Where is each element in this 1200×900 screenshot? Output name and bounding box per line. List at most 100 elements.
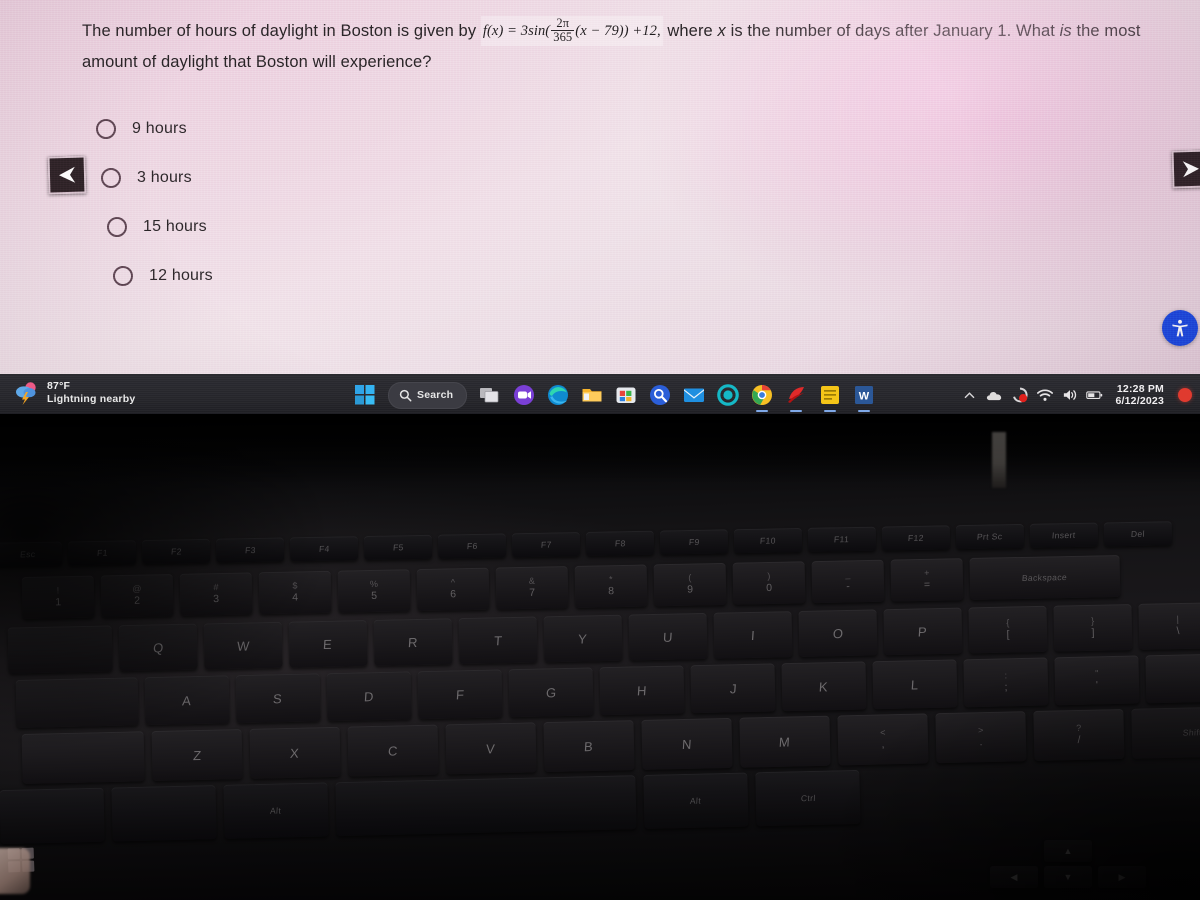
key-period[interactable]: >. <box>935 711 1027 764</box>
onedrive-button[interactable] <box>986 387 1003 404</box>
radio-button[interactable] <box>96 118 116 139</box>
task-view-button[interactable] <box>473 375 507 415</box>
key-f7[interactable]: F7 <box>511 532 581 558</box>
key-f10[interactable]: F10 <box>733 527 803 554</box>
key-i[interactable]: I <box>713 611 793 659</box>
sticky-notes-button[interactable] <box>813 375 847 415</box>
key-l[interactable]: L <box>872 659 958 710</box>
key-w[interactable]: W <box>203 621 283 670</box>
key-2[interactable]: @2 <box>100 573 174 618</box>
key-z[interactable]: Z <box>151 728 243 782</box>
key-f12[interactable]: F12 <box>881 525 951 551</box>
key-enter[interactable]: Enter <box>1145 652 1200 704</box>
key-backspace[interactable]: Backspace <box>969 554 1121 600</box>
taskbar-weather-widget[interactable]: 87°F Lightning nearby <box>14 380 135 406</box>
key-n[interactable]: N <box>641 717 733 770</box>
microsoft-store-button[interactable] <box>609 375 643 415</box>
key-backslash[interactable]: | \ <box>1138 602 1200 650</box>
key-f[interactable]: F <box>417 669 503 720</box>
chrome-button[interactable] <box>745 375 779 415</box>
battery-button[interactable] <box>1086 387 1103 404</box>
option-row[interactable]: 12 hours <box>113 251 213 300</box>
copilot-button[interactable] <box>507 375 541 415</box>
key-0[interactable]: ) 0 <box>732 561 806 605</box>
key-f5[interactable]: F5 <box>363 534 433 561</box>
key-f9[interactable]: F9 <box>659 529 729 555</box>
notification-badge[interactable] <box>1178 388 1192 402</box>
key-g[interactable]: G <box>508 667 594 718</box>
key-arrow-left[interactable]: ◀ <box>990 866 1038 888</box>
file-explorer-button[interactable] <box>575 375 609 415</box>
office-button[interactable] <box>711 375 745 415</box>
key-bracket-right[interactable]: }] <box>1053 604 1133 652</box>
key-alt-left[interactable]: Alt <box>223 782 329 839</box>
key-semicolon[interactable]: :; <box>963 657 1049 708</box>
previous-question-button[interactable] <box>47 155 87 195</box>
key-ctrl-right[interactable]: Ctrl <box>755 769 861 827</box>
key-arrow-down[interactable]: ▼ <box>1044 866 1092 888</box>
key-r[interactable]: R <box>373 618 453 666</box>
red-app-button[interactable] <box>779 375 813 415</box>
key-m[interactable]: M <box>739 715 831 768</box>
sync-status-button[interactable] <box>1011 387 1028 404</box>
volume-button[interactable] <box>1061 387 1078 404</box>
show-hidden-icons-button[interactable] <box>961 387 978 404</box>
key-5[interactable]: % 5 <box>337 569 411 613</box>
cortana-button[interactable] <box>643 375 677 415</box>
key-h[interactable]: H <box>599 665 685 716</box>
word-button[interactable]: W <box>847 375 881 415</box>
key-a[interactable]: A <box>144 675 230 726</box>
key-3[interactable]: #3 <box>179 572 253 616</box>
key-delete[interactable]: Del <box>1103 521 1173 547</box>
key-4[interactable]: $4 <box>258 570 332 615</box>
accessibility-button[interactable] <box>1162 310 1198 346</box>
key-minus[interactable]: _ - <box>811 559 885 604</box>
key-9[interactable]: (9 <box>653 562 727 607</box>
option-row[interactable]: 15 hours <box>107 202 213 251</box>
option-row[interactable]: 3 hours <box>101 153 213 202</box>
key-quote[interactable]: " ' <box>1054 655 1140 706</box>
key-7[interactable]: & 7 <box>495 566 569 610</box>
key-tab[interactable] <box>7 625 113 674</box>
key-alt-right[interactable]: Alt <box>643 772 749 829</box>
key-k[interactable]: K <box>781 661 867 712</box>
key-f8[interactable]: F8 <box>585 530 655 556</box>
key-equals[interactable]: + = <box>890 558 964 602</box>
key-q[interactable]: Q <box>118 623 198 672</box>
key-8[interactable]: * 8 <box>574 564 648 608</box>
key-arrow-right[interactable]: ▶ <box>1098 866 1146 888</box>
taskbar-clock[interactable]: 12:28 PM 6/12/2023 <box>1115 383 1164 408</box>
wifi-button[interactable] <box>1036 387 1053 404</box>
key-comma[interactable]: <, <box>837 713 929 766</box>
key-s[interactable]: S <box>235 673 321 724</box>
key-f2[interactable]: F2 <box>141 538 211 565</box>
key-insert[interactable]: Insert <box>1029 522 1099 548</box>
key-caps-lock[interactable] <box>15 677 139 728</box>
key-slash[interactable]: ? / <box>1033 708 1125 762</box>
edge-button[interactable] <box>541 375 575 415</box>
key-v[interactable]: V <box>445 722 537 775</box>
mail-button[interactable] <box>677 375 711 415</box>
key-f3[interactable]: F3 <box>215 537 285 563</box>
option-row[interactable]: 9 hours <box>96 104 213 153</box>
start-button[interactable] <box>348 375 382 415</box>
key-shift-left[interactable] <box>21 731 145 784</box>
key-1[interactable]: ! 1 <box>21 575 95 620</box>
key-y[interactable]: Y <box>543 614 623 663</box>
key-esc[interactable]: Esc <box>0 541 63 567</box>
key-d[interactable]: D <box>326 671 412 722</box>
radio-button[interactable] <box>113 265 133 286</box>
key-b[interactable]: B <box>543 720 635 773</box>
key-arrow-up[interactable]: ▲ <box>1044 840 1092 862</box>
key-t[interactable]: T <box>458 616 538 665</box>
next-question-button[interactable] <box>1171 149 1200 189</box>
key-shift-right[interactable]: Shift <box>1131 706 1200 759</box>
key-o[interactable]: O <box>798 609 878 657</box>
key-f11[interactable]: F11 <box>807 526 877 552</box>
key-x[interactable]: X <box>249 726 341 779</box>
radio-button[interactable] <box>107 216 127 237</box>
key-windows[interactable] <box>111 785 217 842</box>
key-f1[interactable]: F1 <box>67 540 137 566</box>
key-6[interactable]: ^ 6 <box>416 567 490 612</box>
key-ctrl-left[interactable] <box>0 787 105 845</box>
